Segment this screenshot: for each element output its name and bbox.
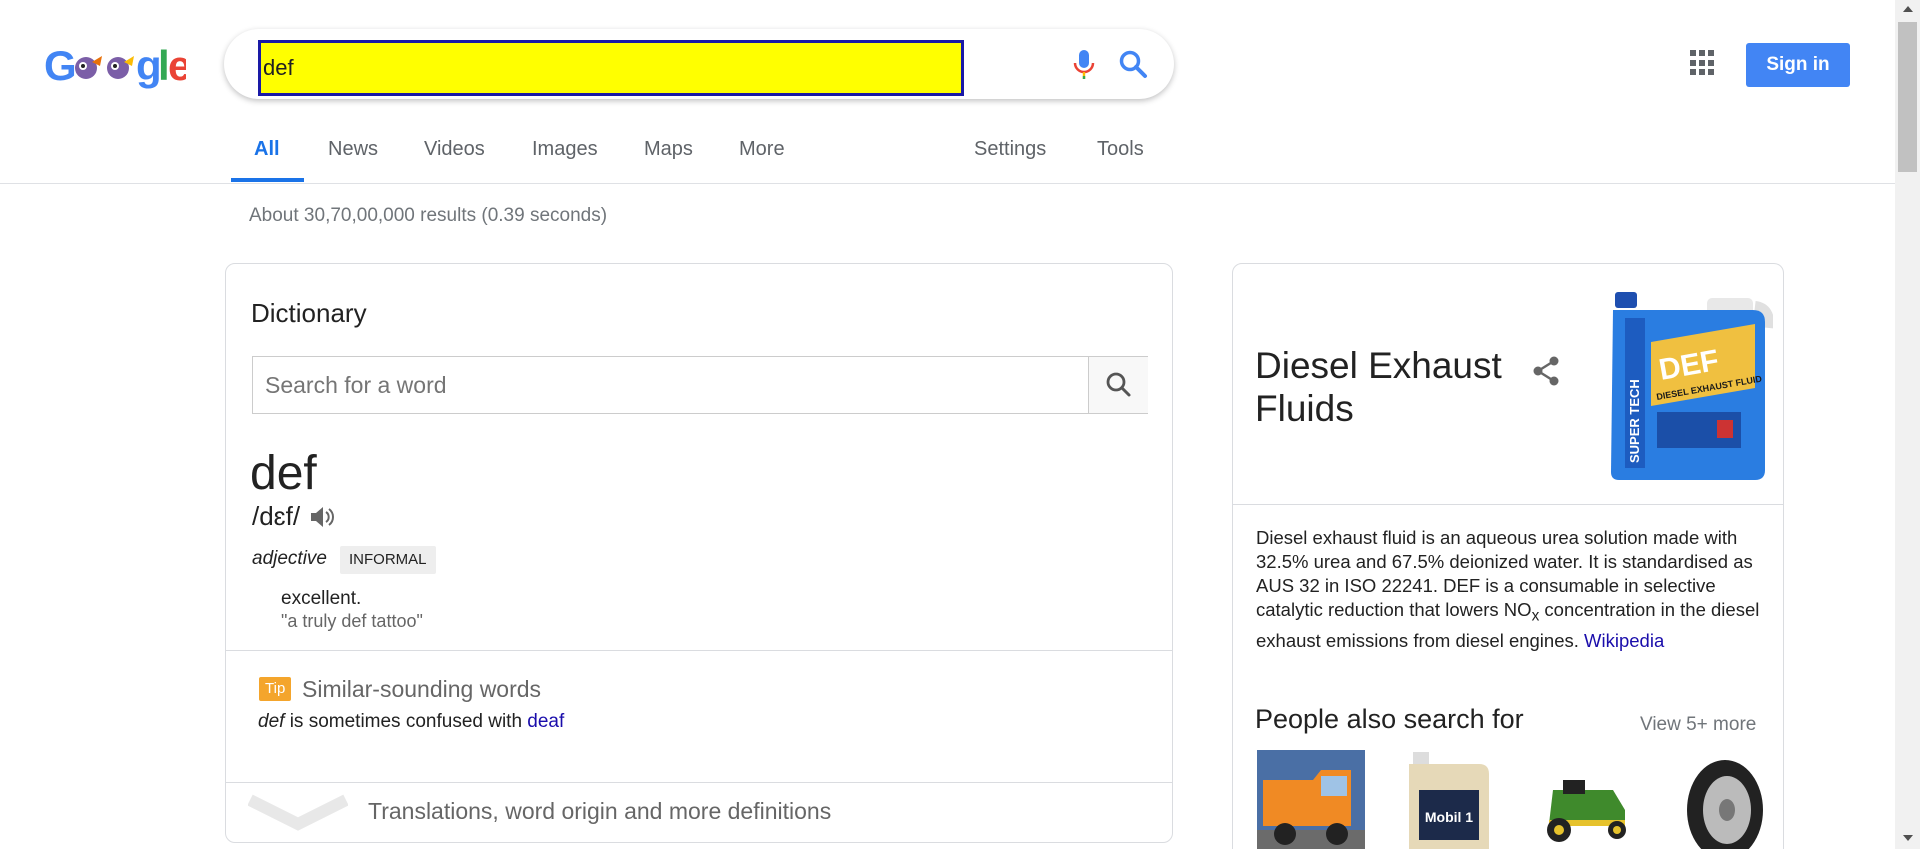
dictionary-search-input[interactable]: [253, 357, 1088, 413]
definition-text: excellent.: [281, 588, 362, 609]
search-box: def: [224, 29, 1174, 99]
chevron-down-icon[interactable]: [248, 794, 348, 834]
scroll-down-arrow-icon[interactable]: [1903, 835, 1913, 841]
dictionary-search: [252, 356, 1148, 414]
active-tab-indicator: [231, 178, 304, 182]
tip-badge: Tip: [259, 677, 292, 701]
def-jug-image[interactable]: SUPER TECH DEF DIESEL EXHAUST FLUID: [1605, 288, 1773, 484]
phonetic-spelling: /dɛf/: [252, 501, 301, 531]
tab-maps[interactable]: Maps: [644, 136, 693, 184]
scroll-up-arrow-icon[interactable]: [1903, 6, 1913, 12]
wikipedia-link[interactable]: Wikipedia: [1584, 630, 1664, 651]
lawn-tractor-thumbnail[interactable]: [1533, 750, 1641, 849]
speaker-icon[interactable]: [308, 503, 336, 531]
truck-thumbnail[interactable]: [1257, 750, 1365, 849]
oil-label: Mobil 1: [1425, 809, 1473, 825]
tab-news[interactable]: News: [328, 136, 378, 184]
scrollbar-thumb[interactable]: [1898, 22, 1917, 172]
tab-images[interactable]: Images: [532, 136, 598, 184]
google-logo[interactable]: G g l e: [44, 42, 186, 90]
page-scrollbar[interactable]: [1895, 0, 1920, 849]
similar-word-link[interactable]: deaf: [527, 711, 564, 732]
similar-words-connector: is sometimes confused with: [284, 711, 528, 732]
similar-word: def: [258, 711, 285, 732]
divider: [1233, 504, 1783, 505]
dictionary-search-button[interactable]: [1088, 357, 1148, 413]
divider: [226, 782, 1172, 783]
header: G g l e def Sign in All News Videos Imag…: [0, 0, 1920, 184]
tab-all[interactable]: All: [254, 136, 280, 184]
tire-thumbnail[interactable]: [1671, 750, 1779, 849]
tab-tools[interactable]: Tools: [1097, 136, 1144, 184]
part-of-speech: adjective: [252, 548, 327, 569]
results-stats: About 30,70,00,000 results (0.39 seconds…: [249, 205, 608, 226]
dictionary-headword: def: [250, 447, 317, 500]
similar-words-text: def is sometimes confused with deaf: [258, 711, 564, 733]
view-more-link[interactable]: View 5+ more: [1640, 714, 1756, 736]
svg-text:e: e: [168, 42, 186, 89]
knowledge-panel-title: Diesel Exhaust Fluids: [1255, 345, 1502, 429]
divider: [226, 650, 1172, 651]
search-icon: [1106, 372, 1131, 397]
jug-brand: SUPER TECH: [1627, 379, 1642, 463]
share-icon[interactable]: [1529, 354, 1563, 388]
svg-text:G: G: [44, 42, 77, 89]
search-icon[interactable]: [1113, 44, 1153, 84]
knowledge-panel: Diesel Exhaust Fluids SUPER TECH DEF DIE…: [1232, 263, 1784, 849]
sign-in-button[interactable]: Sign in: [1746, 43, 1850, 87]
register-badge: INFORMAL: [340, 546, 436, 574]
people-also-search-title: People also search for: [1255, 704, 1524, 734]
motor-oil-thumbnail[interactable]: Mobil 1: [1395, 750, 1503, 849]
dictionary-title: Dictionary: [251, 298, 367, 328]
tab-videos[interactable]: Videos: [424, 136, 485, 184]
apps-grid-icon[interactable]: [1690, 50, 1716, 76]
tab-settings[interactable]: Settings: [974, 136, 1046, 184]
tab-more[interactable]: More: [739, 136, 785, 184]
knowledge-panel-description: Diesel exhaust fluid is an aqueous urea …: [1256, 526, 1766, 653]
example-text: "a truly def tattoo": [281, 611, 423, 631]
microphone-icon[interactable]: [1064, 44, 1104, 84]
similar-words-title: Similar-sounding words: [302, 676, 542, 702]
dictionary-card: Dictionary def /dɛf/ adjective INFORMAL …: [225, 263, 1173, 843]
search-input[interactable]: def: [258, 40, 964, 96]
more-definitions-link[interactable]: Translations, word origin and more defin…: [368, 798, 831, 825]
